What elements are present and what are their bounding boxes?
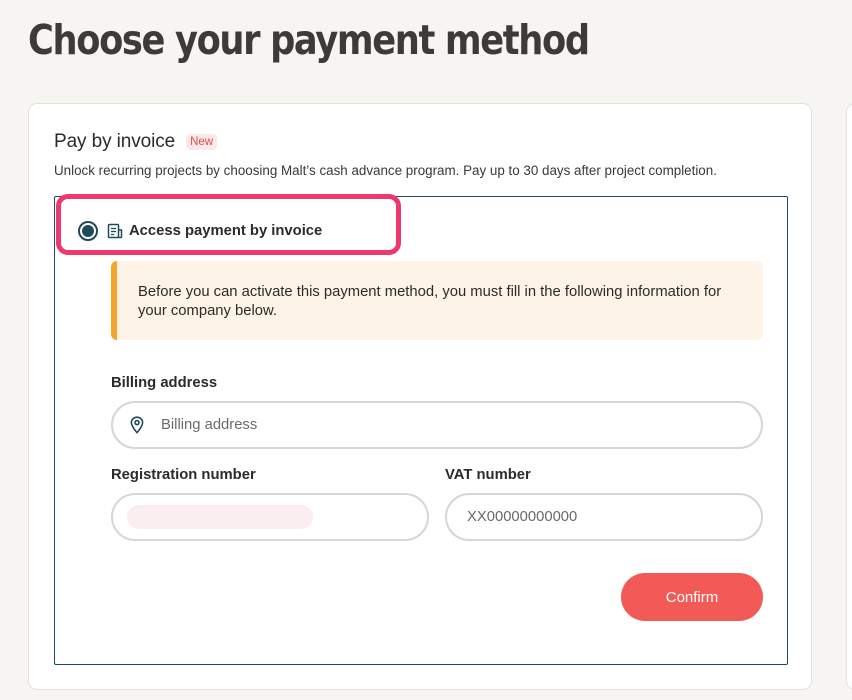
vat-number-input[interactable]: XX00000000000 — [445, 493, 763, 541]
invoice-icon — [107, 223, 123, 239]
section-description: Unlock recurring projects by choosing Ma… — [54, 163, 717, 178]
billing-address-label: Billing address — [111, 375, 218, 391]
invoice-option-label[interactable]: Access payment by invoice — [129, 223, 322, 239]
next-payment-card-edge — [846, 103, 852, 690]
vat-number-placeholder: XX00000000000 — [467, 509, 578, 525]
vat-number-label: VAT number — [445, 467, 531, 483]
invoice-payment-card: Pay by invoice New Unlock recurring proj… — [28, 103, 812, 690]
invoice-option-panel: Access payment by invoice Before you can… — [54, 194, 788, 665]
invoice-option-radio[interactable] — [78, 221, 98, 241]
redacted-value — [127, 505, 313, 529]
billing-address-input[interactable]: Billing address — [111, 401, 763, 449]
registration-number-input[interactable] — [111, 493, 429, 541]
payment-method-page: Choose your payment method Pay by invoic… — [0, 0, 852, 700]
section-header: Pay by invoice New — [54, 131, 218, 153]
notice-accent-bar — [111, 261, 117, 340]
section-title: Pay by invoice — [54, 131, 176, 152]
page-title: Choose your payment method — [28, 16, 590, 64]
info-notice: Before you can activate this payment met… — [111, 261, 763, 340]
new-badge: New — [186, 134, 218, 150]
registration-number-label: Registration number — [111, 467, 256, 483]
billing-address-placeholder: Billing address — [161, 417, 258, 433]
radio-selected-dot — [82, 225, 94, 237]
confirm-button[interactable]: Confirm — [621, 573, 763, 621]
notice-text: Before you can activate this payment met… — [138, 284, 722, 319]
location-pin-icon — [130, 416, 144, 434]
